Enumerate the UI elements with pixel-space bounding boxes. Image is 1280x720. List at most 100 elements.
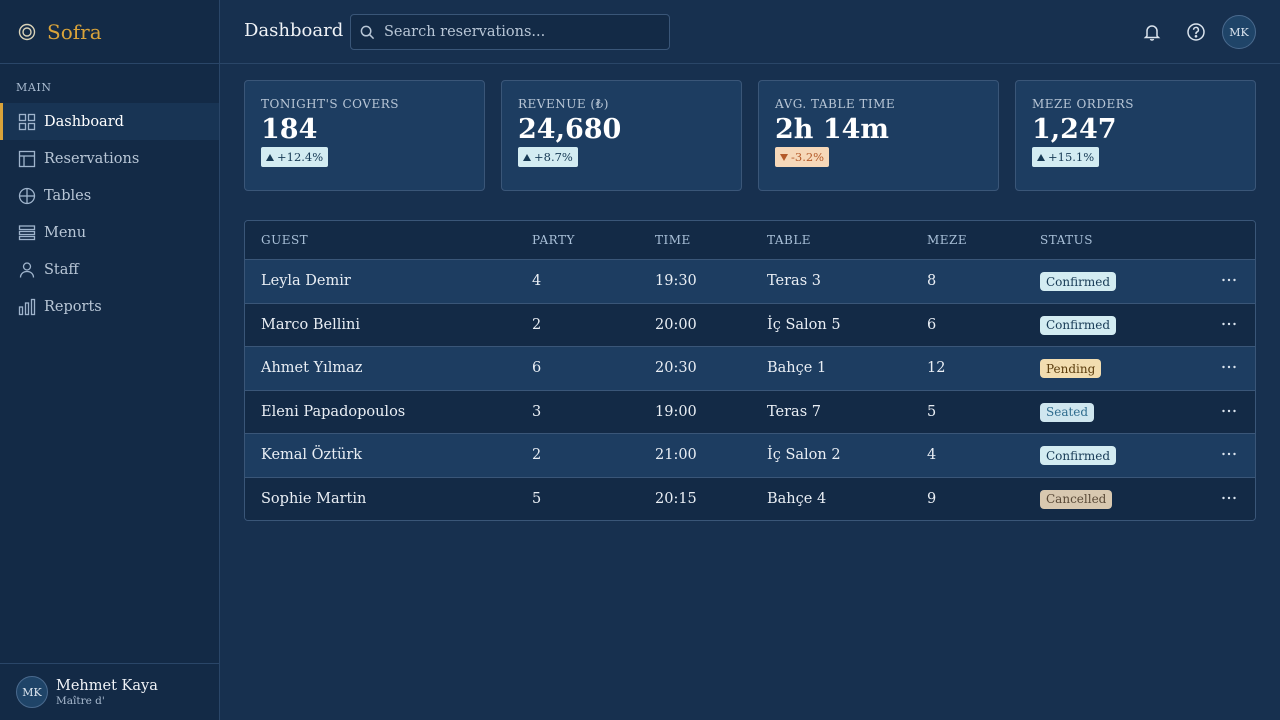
meze-count: 8 [927,273,937,289]
brand[interactable]: Sofra [0,0,219,64]
header-avatar[interactable]: MK [1222,15,1256,49]
bar-chart-icon [18,298,36,315]
guest-name: Sophie Martin [261,490,367,507]
meze-count: 6 [927,316,937,333]
stat-delta: +15.1% [1032,147,1100,167]
status-badge: Cancelled [1040,489,1113,509]
top-bar: Dashboard MK [220,0,1280,64]
status-badge: Pending [1040,359,1102,378]
column-header-guest[interactable]: GUEST [261,233,308,247]
meze-count: 5 [927,403,937,420]
party-size: 6 [532,360,542,376]
table-row[interactable]: Sophie Martin 5 20:15 Bahçe 4 9 Cancelle… [245,477,1255,520]
table-row[interactable]: Eleni Papadopoulos 3 19:00 Teras 7 5 Sea… [245,390,1255,434]
meze-count: 12 [927,360,946,376]
column-header-table[interactable]: TABLE [767,233,811,247]
column-header-party[interactable]: PARTY [532,233,575,247]
reservation-time: 20:30 [655,360,697,376]
stat-delta-value: +15.1% [1048,150,1095,164]
column-header-meze[interactable]: MEZE [927,233,967,247]
current-user[interactable]: MK Mehmet Kaya Maître d' [0,663,219,720]
sidebar: Sofra MAIN Dashboard Reservations Tables [0,0,220,720]
search-input[interactable] [384,24,654,40]
brand-name: Sofra [47,19,102,44]
party-size: 2 [532,316,542,333]
reservation-time: 20:00 [655,316,697,333]
meze-count: 4 [927,447,937,463]
table-name: Bahçe 4 [767,490,827,507]
more-options-icon[interactable] [1221,403,1237,419]
stat-value: 1,247 [1032,114,1117,145]
more-options-icon[interactable] [1221,446,1237,462]
guest-name: Leyla Demir [261,273,351,289]
table-circle-icon [18,187,36,204]
party-size: 3 [532,403,542,420]
status-badge: Confirmed [1040,272,1117,291]
sidebar-item-menu[interactable]: Menu [0,214,219,251]
table-row[interactable]: Marco Bellini 2 20:00 İç Salon 5 6 Confi… [245,303,1255,347]
table-row[interactable]: Ahmet Yılmaz 6 20:30 Bahçe 1 12 Pending [245,347,1255,391]
stat-delta-value: +8.7% [534,150,573,164]
nav-section-label: MAIN [16,81,52,94]
search-icon [360,25,375,39]
stat-card-meze: MEZE ORDERS 1,247 +15.1% [1015,80,1256,191]
stat-label: AVG. TABLE TIME [775,97,896,111]
sidebar-nav: Dashboard Reservations Tables Menu Staff [0,103,219,325]
user-role: Maître d' [56,694,105,707]
sidebar-item-label: Tables [44,187,92,204]
table-row[interactable]: Kemal Öztürk 2 21:00 İç Salon 2 4 Confir… [245,434,1255,478]
table-name: İç Salon 5 [767,316,841,333]
stat-card-table-time: AVG. TABLE TIME 2h 14m -3.2% [758,80,999,191]
avatar: MK [16,676,48,708]
sidebar-item-staff[interactable]: Staff [0,251,219,288]
olive-ring-icon [18,23,36,40]
column-header-time[interactable]: TIME [655,233,691,247]
party-size: 4 [532,273,542,289]
party-size: 2 [532,447,542,463]
help-icon[interactable] [1186,22,1206,42]
sidebar-item-tables[interactable]: Tables [0,177,219,214]
table-name: Bahçe 1 [767,360,827,376]
stat-label: MEZE ORDERS [1032,97,1134,111]
party-size: 5 [532,490,542,507]
guest-name: Kemal Öztürk [261,447,363,463]
more-options-icon[interactable] [1221,359,1237,375]
trend-down-icon [780,153,788,161]
sidebar-item-reports[interactable]: Reports [0,288,219,325]
table-row[interactable]: Leyla Demir 4 19:30 Teras 3 8 Confirmed [245,260,1255,304]
stat-delta: +8.7% [518,147,578,167]
search-box[interactable] [350,14,670,50]
sidebar-item-label: Reservations [44,150,140,167]
trend-up-icon [1037,153,1045,161]
bell-icon[interactable] [1142,22,1162,42]
sidebar-item-label: Menu [44,224,87,241]
stat-card-revenue: REVENUE (₺) 24,680 +8.7% [501,80,742,191]
guest-name: Marco Bellini [261,316,361,333]
more-options-icon[interactable] [1221,316,1237,332]
status-badge: Confirmed [1040,315,1117,335]
sidebar-item-dashboard[interactable]: Dashboard [0,103,219,140]
stat-value: 24,680 [518,114,622,145]
user-name: Mehmet Kaya [56,677,158,694]
table-name: İç Salon 2 [767,447,841,463]
guest-name: Ahmet Yılmaz [261,360,363,376]
status-badge: Seated [1040,402,1095,422]
stat-card-covers: TONIGHT'S COVERS 184 +12.4% [244,80,485,191]
meze-count: 9 [927,490,937,507]
column-header-status[interactable]: STATUS [1040,233,1093,247]
status-badge: Confirmed [1040,446,1117,465]
sidebar-item-reservations[interactable]: Reservations [0,140,219,177]
sidebar-item-label: Reports [44,298,102,315]
more-options-icon[interactable] [1221,490,1237,506]
more-options-icon[interactable] [1221,272,1237,288]
sidebar-item-label: Staff [44,261,79,278]
trend-up-icon [266,153,274,161]
page-title: Dashboard [244,20,344,41]
sidebar-item-label: Dashboard [44,113,124,130]
stat-delta-value: +12.4% [277,150,324,164]
reservation-time: 20:15 [655,490,697,507]
grid-icon [18,113,36,130]
stat-label: TONIGHT'S COVERS [261,97,399,111]
guest-name: Eleni Papadopoulos [261,403,406,420]
stat-value: 184 [261,114,318,145]
